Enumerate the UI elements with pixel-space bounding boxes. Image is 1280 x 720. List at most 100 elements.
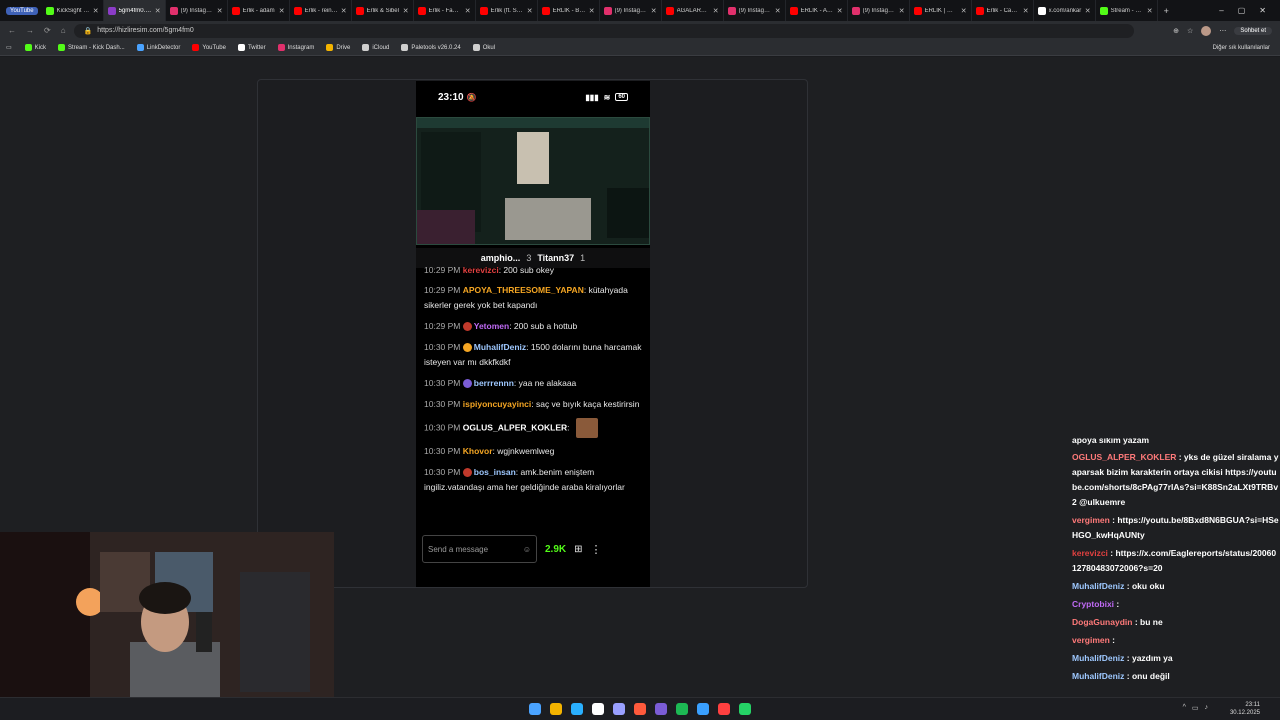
more-icon[interactable]: ⋯ xyxy=(1219,27,1226,35)
tab-close-icon[interactable]: ✕ xyxy=(651,7,657,15)
message-time: 10:30 PM xyxy=(424,446,463,456)
tab-item[interactable]: ERLIK | Welc ✕ xyxy=(910,0,972,21)
tab-favicon-icon xyxy=(45,6,54,15)
star-icon[interactable]: ☆ xyxy=(1187,27,1193,35)
tab-item[interactable]: (9) Instagram ✕ xyxy=(600,0,662,21)
tab-close-icon[interactable]: ✕ xyxy=(713,7,719,15)
bookmark-item[interactable]: Stream - Kick Dash... xyxy=(58,44,125,51)
tab-close-icon[interactable]: ✕ xyxy=(217,7,223,15)
back-icon[interactable]: ← xyxy=(8,26,16,35)
forward-icon[interactable]: → xyxy=(26,26,34,35)
message-input[interactable]: Send a message ☺ xyxy=(422,535,537,563)
tab-item[interactable]: x.com/ankar ✕ xyxy=(1034,0,1096,21)
bookmark-icon xyxy=(24,44,32,51)
message-username[interactable]: bos_insan xyxy=(474,467,516,477)
bookmark-item[interactable]: Twitter xyxy=(237,44,266,51)
taskbar-app-icon[interactable] xyxy=(592,703,604,715)
tab-favicon-icon xyxy=(603,6,612,15)
store-icon[interactable]: ⊞ xyxy=(574,544,582,555)
tab-item[interactable]: (9) Instagram ✕ xyxy=(166,0,228,21)
tab-close-icon[interactable]: ✕ xyxy=(403,7,409,15)
bookmark-item[interactable]: YouTube xyxy=(192,44,226,51)
bookmark-item[interactable]: Instagram xyxy=(277,44,314,51)
other-bookmarks[interactable]: Diğer sık kullanılanlar xyxy=(1213,45,1280,51)
tab-item[interactable]: 5gm4fm0.pn ✕ xyxy=(103,0,166,21)
tab-close-icon[interactable]: ✕ xyxy=(341,7,347,15)
youtube-pill[interactable]: YouTube xyxy=(6,6,38,15)
chevron-up-icon[interactable]: ^ xyxy=(1183,704,1186,712)
message-username[interactable]: berrrennn xyxy=(474,378,514,388)
tab-item[interactable]: (9) Instagram ✕ xyxy=(848,0,910,21)
bookmark-item[interactable]: iCloud xyxy=(362,44,389,51)
tab-close-icon[interactable]: ✕ xyxy=(589,7,595,15)
minimize-icon[interactable]: – xyxy=(1219,6,1223,15)
tab-close-icon[interactable]: ✕ xyxy=(899,7,905,15)
taskbar-app-icon[interactable] xyxy=(739,703,751,715)
tab-item[interactable]: Stream - Kick ✕ xyxy=(1096,0,1158,21)
tab-close-icon[interactable]: ✕ xyxy=(155,7,161,15)
maximize-icon[interactable]: ▢ xyxy=(1238,6,1246,15)
taskbar-app-icon[interactable] xyxy=(634,703,646,715)
home-icon[interactable]: ⌂ xyxy=(61,26,66,35)
volume-icon[interactable]: ♪ xyxy=(1205,704,1209,712)
tab-favicon-icon xyxy=(541,6,550,15)
tab-close-icon[interactable]: ✕ xyxy=(279,7,285,15)
taskbar-app-icon[interactable] xyxy=(613,703,625,715)
profile-icon[interactable] xyxy=(1201,25,1212,36)
taskbar-app-icon[interactable] xyxy=(655,703,667,715)
taskbar-clock[interactable]: 23:11 30.12.2025 xyxy=(1230,701,1260,717)
taskbar-app-icon[interactable] xyxy=(550,703,562,715)
kicks-count[interactable]: 2.9K xyxy=(545,544,566,555)
tab-item[interactable]: ERLİK - ADA ✕ xyxy=(786,0,848,21)
network-icon[interactable]: ▭ xyxy=(1192,704,1199,712)
bookmark-item[interactable]: Okul xyxy=(472,44,495,51)
tab-close-icon[interactable]: ✕ xyxy=(1085,7,1091,15)
emoji-icon[interactable]: ☺ xyxy=(523,545,531,554)
taskbar-app-icon[interactable] xyxy=(676,703,688,715)
refresh-icon[interactable]: ⟳ xyxy=(44,26,51,35)
tab-item[interactable]: Erlik - Family ✕ xyxy=(414,0,476,21)
bookmark-item[interactable]: LinkDetector xyxy=(136,44,180,51)
message-username[interactable]: APOYA_THREESOME_YAPAN xyxy=(463,285,584,295)
zoom-icon[interactable]: ⊕ xyxy=(1173,27,1179,35)
tab-item[interactable]: (9) Instagram ✕ xyxy=(724,0,786,21)
tab-item[interactable]: ERLİK - Bugü ✕ xyxy=(538,0,600,21)
taskbar-app-icon[interactable] xyxy=(571,703,583,715)
bookmark-item[interactable]: Paletools v26.0.24 xyxy=(401,44,461,51)
tab-item[interactable]: Erlik - Cavs 1 ✕ xyxy=(972,0,1034,21)
message-username[interactable]: OGLUS_ALPER_KOKLER xyxy=(463,422,567,432)
chat-message: 10:30 PM Khovor: wgjnkwemlweg xyxy=(424,444,646,459)
tab-item[interactable]: Erlik - adam ✕ xyxy=(228,0,290,21)
tab-close-icon[interactable]: ✕ xyxy=(465,7,471,15)
tab-item[interactable]: Erlik & Sibel ✕ xyxy=(352,0,414,21)
wifi-icon: ≋ xyxy=(603,92,611,102)
message-username[interactable]: MuhalifDeniz xyxy=(474,342,526,352)
menu-icon[interactable]: ⋮ xyxy=(591,543,602,556)
tab-close-icon[interactable]: ✕ xyxy=(961,7,967,15)
tab-close-icon[interactable]: ✕ xyxy=(775,7,781,15)
message-username[interactable]: ispiyoncuyayinci xyxy=(463,399,532,409)
tab-close-icon[interactable]: ✕ xyxy=(93,7,99,15)
bookmark-item[interactable]: Kick xyxy=(24,44,46,51)
message-username[interactable]: Yetomen xyxy=(474,321,509,331)
taskbar-app-icon[interactable] xyxy=(718,703,730,715)
tab-item[interactable]: Erlik (ft. Sibe ✕ xyxy=(476,0,538,21)
tab-item[interactable]: KickSight Lin ✕ xyxy=(42,0,104,21)
sidebar-icon[interactable]: ▭ xyxy=(6,44,12,51)
message-username[interactable]: Khovor xyxy=(463,446,493,456)
tab-close-icon[interactable]: ✕ xyxy=(1023,7,1029,15)
bookmark-item[interactable]: Drive xyxy=(326,44,350,51)
tab-item[interactable]: Erlik - reinca ✕ xyxy=(290,0,352,21)
tab-close-icon[interactable]: ✕ xyxy=(1147,7,1153,15)
close-icon[interactable]: ✕ xyxy=(1259,6,1266,15)
url-field[interactable]: 🔒 https://hizliresim.com/5gm4fm0 xyxy=(73,23,1134,38)
chat-button[interactable]: Sohbet et xyxy=(1234,26,1272,35)
overlay-chat-message: DogaGunaydin : bu ne xyxy=(1072,615,1280,630)
new-tab-icon[interactable]: + xyxy=(1164,6,1169,16)
taskbar-app-icon[interactable] xyxy=(697,703,709,715)
tab-item[interactable]: AGALARLA C✕ xyxy=(662,0,724,21)
tab-close-icon[interactable]: ✕ xyxy=(527,7,533,15)
system-tray: ^ ▭ ♪ xyxy=(1183,704,1208,712)
tab-close-icon[interactable]: ✕ xyxy=(837,7,843,15)
taskbar-app-icon[interactable] xyxy=(529,703,541,715)
